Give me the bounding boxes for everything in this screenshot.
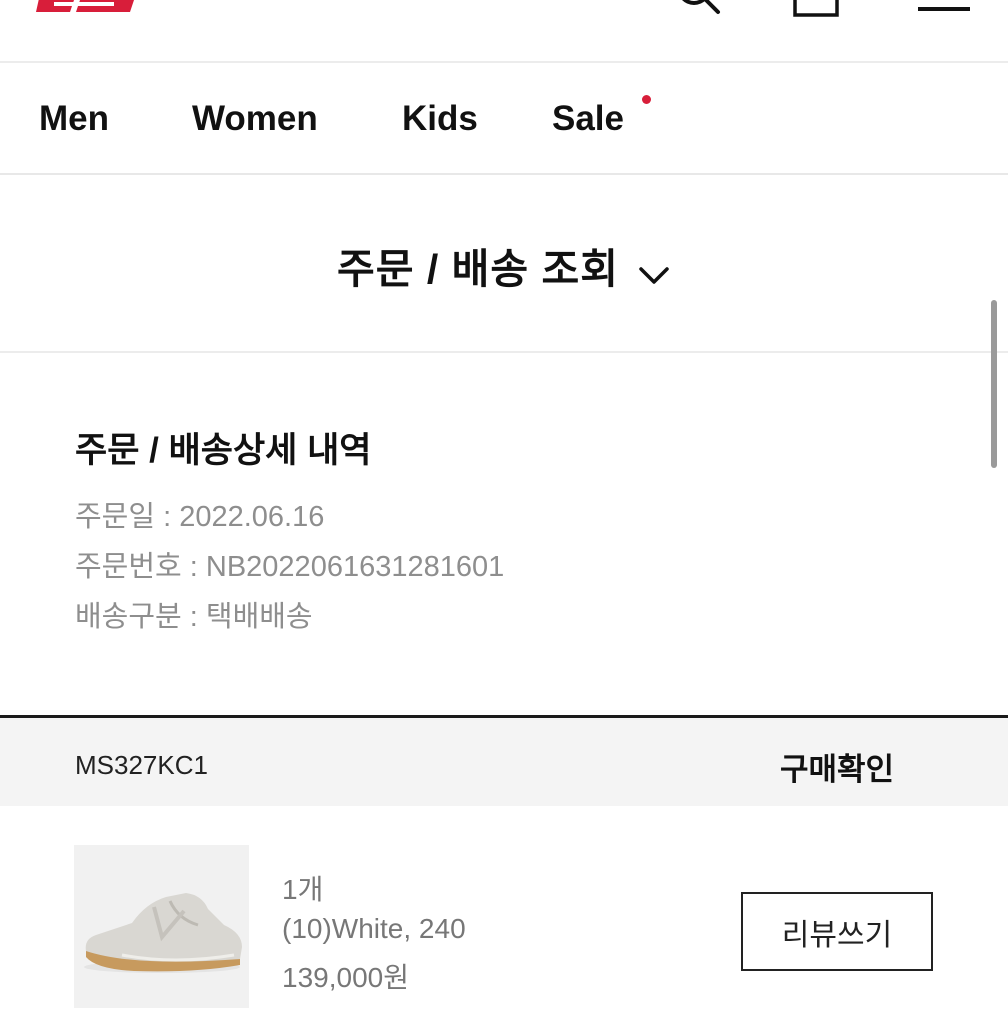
order-detail-title: 주문 / 배송상세 내역	[75, 431, 372, 470]
product-quantity: 1개	[282, 874, 324, 905]
scrollbar[interactable]	[991, 300, 997, 468]
chevron-down-icon	[639, 267, 669, 284]
product-code: MS327KC1	[75, 750, 208, 780]
menu-icon[interactable]	[916, 0, 972, 18]
order-number: 주문번호 : NB2022061631281601	[75, 551, 505, 583]
main-nav: Men Women Kids Sale	[0, 63, 1008, 175]
section-header: 주문 / 배송 조회	[0, 175, 1008, 353]
purchase-confirm-status: 구매확인	[780, 752, 895, 787]
brand-logo[interactable]	[36, 0, 140, 14]
bag-icon[interactable]	[792, 0, 842, 18]
section-title-dropdown[interactable]: 주문 / 배송 조회	[0, 235, 1008, 295]
product-option: (10)White, 240	[282, 913, 466, 944]
nav-item-men[interactable]: Men	[39, 99, 109, 139]
product-header-bar: MS327KC1 구매확인	[0, 718, 1008, 806]
sale-badge-dot	[642, 95, 651, 104]
product-price: 139,000원	[282, 962, 409, 993]
order-date: 주문일 : 2022.06.16	[75, 501, 325, 533]
nav-item-sale[interactable]: Sale	[552, 99, 624, 139]
section-title: 주문 / 배송 조회	[337, 246, 619, 292]
nav-item-women[interactable]: Women	[192, 99, 318, 139]
search-icon[interactable]	[672, 0, 724, 18]
write-review-button[interactable]: 리뷰쓰기	[741, 892, 933, 971]
product-thumbnail[interactable]	[74, 845, 249, 1008]
top-header	[0, 0, 1008, 63]
nav-item-kids[interactable]: Kids	[402, 99, 478, 139]
sneaker-image	[84, 893, 242, 973]
delivery-type: 배송구분 : 택배배송	[75, 601, 313, 633]
